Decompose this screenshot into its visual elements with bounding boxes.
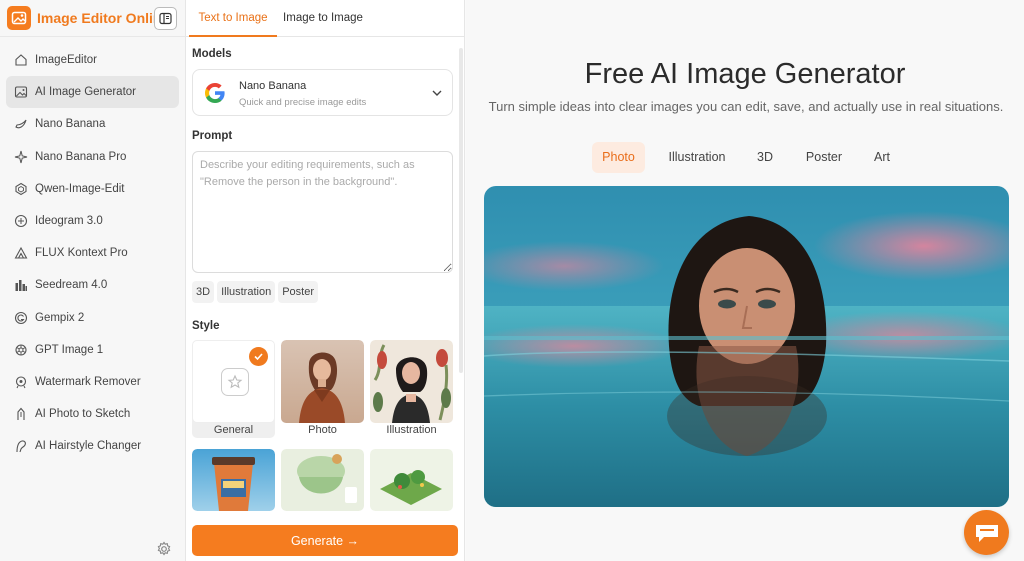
prompt-heading: Prompt: [192, 130, 233, 142]
style-card-general[interactable]: General: [192, 340, 275, 438]
sidebar-item-gempix[interactable]: Gempix 2: [6, 302, 179, 334]
generator-panel: Text to Image Image to Image Models Nano…: [186, 0, 465, 561]
banana-icon: [13, 116, 29, 132]
model-name: Nano Banana: [239, 80, 307, 92]
style-thumb-icecream: [281, 449, 364, 511]
brand-logo-icon: [7, 6, 31, 30]
style-thumb-garden: [370, 449, 453, 511]
chat-button[interactable]: [964, 510, 1009, 555]
tab-poster[interactable]: Poster: [799, 142, 849, 173]
chat-icon: [975, 524, 998, 542]
sidebar-item-nano-banana-pro[interactable]: Nano Banana Pro: [6, 141, 179, 173]
gempix-icon: [13, 310, 29, 326]
prompt-input[interactable]: [192, 151, 453, 273]
sidebar-item-label: Qwen-Image-Edit: [35, 182, 125, 195]
tab-art[interactable]: Art: [865, 142, 899, 173]
sidebar: Image Editor Online ImageEditor AI Image…: [0, 0, 186, 561]
sidebar-item-label: Watermark Remover: [35, 375, 141, 388]
chip-3d[interactable]: 3D: [192, 281, 215, 303]
page-title: Free AI Image Generator: [584, 58, 906, 90]
prompt-chips: 3D Illustration Poster: [192, 281, 318, 303]
openai-icon: [13, 342, 29, 358]
models-heading: Models: [192, 48, 232, 60]
check-icon: [249, 347, 268, 366]
style-label: Illustration: [386, 424, 437, 436]
brand-divider: [0, 36, 186, 37]
tab-text-to-image[interactable]: Text to Image: [189, 0, 277, 37]
settings-button[interactable]: [156, 541, 172, 557]
sidebar-item-label: ImageEditor: [35, 54, 98, 67]
sidebar-item-seedream[interactable]: Seedream 4.0: [6, 269, 179, 301]
sidebar-item-imageeditor[interactable]: ImageEditor: [6, 44, 179, 76]
ideogram-icon: [13, 213, 29, 229]
hairstyle-icon: [13, 438, 29, 454]
style-card-art-garden[interactable]: [370, 449, 453, 511]
tab-image-to-image[interactable]: Image to Image: [278, 0, 368, 37]
tab-photo[interactable]: Photo: [592, 142, 645, 173]
brand-name: Image Editor Online: [37, 10, 170, 26]
sidebar-item-nano-banana[interactable]: Nano Banana: [6, 108, 179, 140]
sidebar-item-label: GPT Image 1: [35, 343, 104, 356]
tab-illustration[interactable]: Illustration: [659, 142, 735, 173]
brand[interactable]: Image Editor Online: [7, 6, 169, 30]
sidebar-item-ai-hairstyle-changer[interactable]: AI Hairstyle Changer: [6, 430, 179, 462]
hero-image: [484, 186, 1009, 507]
model-description: Quick and precise image edits: [239, 97, 367, 108]
watermark-icon: [13, 374, 29, 390]
style-card-poster-icecream[interactable]: [281, 449, 364, 511]
image-icon: [13, 84, 29, 100]
style-heading: Style: [192, 320, 220, 332]
chip-illustration[interactable]: Illustration: [217, 281, 276, 303]
sidebar-item-label: Ideogram 3.0: [35, 215, 103, 228]
sidebar-item-label: Nano Banana Pro: [35, 150, 127, 163]
generate-button[interactable]: Generate →: [192, 525, 458, 556]
google-logo-icon: [205, 83, 225, 103]
sparkle-icon: [13, 149, 29, 165]
chevron-down-icon: [432, 90, 442, 96]
pen-icon: [13, 406, 29, 422]
home-icon: [13, 52, 29, 68]
sidebar-item-flux-kontext-pro[interactable]: FLUX Kontext Pro: [6, 237, 179, 269]
sidebar-item-label: Nano Banana: [35, 118, 106, 131]
sidebar-item-ai-photo-to-sketch[interactable]: AI Photo to Sketch: [6, 398, 179, 430]
style-card-illustration[interactable]: Illustration: [370, 340, 453, 438]
sidebar-item-label: Seedream 4.0: [35, 279, 108, 292]
sidebar-item-watermark-remover[interactable]: Watermark Remover: [6, 366, 179, 398]
sidebar-item-label: AI Hairstyle Changer: [35, 440, 142, 453]
style-thumb-illustration: [370, 340, 453, 423]
sidebar-item-gpt-image[interactable]: GPT Image 1: [6, 334, 179, 366]
sidebar-item-ideogram[interactable]: Ideogram 3.0: [6, 205, 179, 237]
panel-scrollbar[interactable]: [459, 48, 463, 373]
style-thumb-general: [192, 340, 275, 423]
gear-icon: [157, 541, 171, 556]
sidebar-item-label: AI Image Generator: [35, 86, 136, 99]
sidebar-item-label: FLUX Kontext Pro: [35, 247, 128, 260]
style-card-3d-coffee[interactable]: [192, 449, 275, 511]
flux-icon: [13, 245, 29, 261]
sidebar-item-label: AI Photo to Sketch: [35, 408, 131, 421]
main-content: Free AI Image Generator Turn simple idea…: [466, 0, 1024, 561]
sidebar-nav: ImageEditor AI Image Generator Nano Bana…: [6, 44, 179, 462]
sidebar-item-label: Gempix 2: [35, 311, 85, 324]
model-select[interactable]: Nano Banana Quick and precise image edit…: [192, 69, 453, 116]
style-label: General: [213, 424, 254, 436]
style-thumb-coffee: [192, 449, 275, 511]
tab-3d[interactable]: 3D: [750, 142, 780, 173]
mode-tabs: Text to Image Image to Image: [186, 0, 465, 37]
sidebar-toggle-icon: [159, 12, 172, 25]
chip-poster[interactable]: Poster: [278, 281, 318, 303]
style-card-photo[interactable]: Photo: [281, 340, 364, 438]
bars-icon: [13, 277, 29, 293]
sidebar-toggle-button[interactable]: [154, 7, 177, 30]
sidebar-item-ai-image-generator[interactable]: AI Image Generator: [6, 76, 179, 109]
qwen-icon: [13, 181, 29, 197]
page-subtitle: Turn simple ideas into clear images you …: [488, 99, 1004, 114]
sidebar-item-qwen-image-edit[interactable]: Qwen-Image-Edit: [6, 173, 179, 205]
star-icon: [221, 368, 249, 396]
style-label: Photo: [308, 424, 337, 436]
style-thumb-photo: [281, 340, 364, 423]
